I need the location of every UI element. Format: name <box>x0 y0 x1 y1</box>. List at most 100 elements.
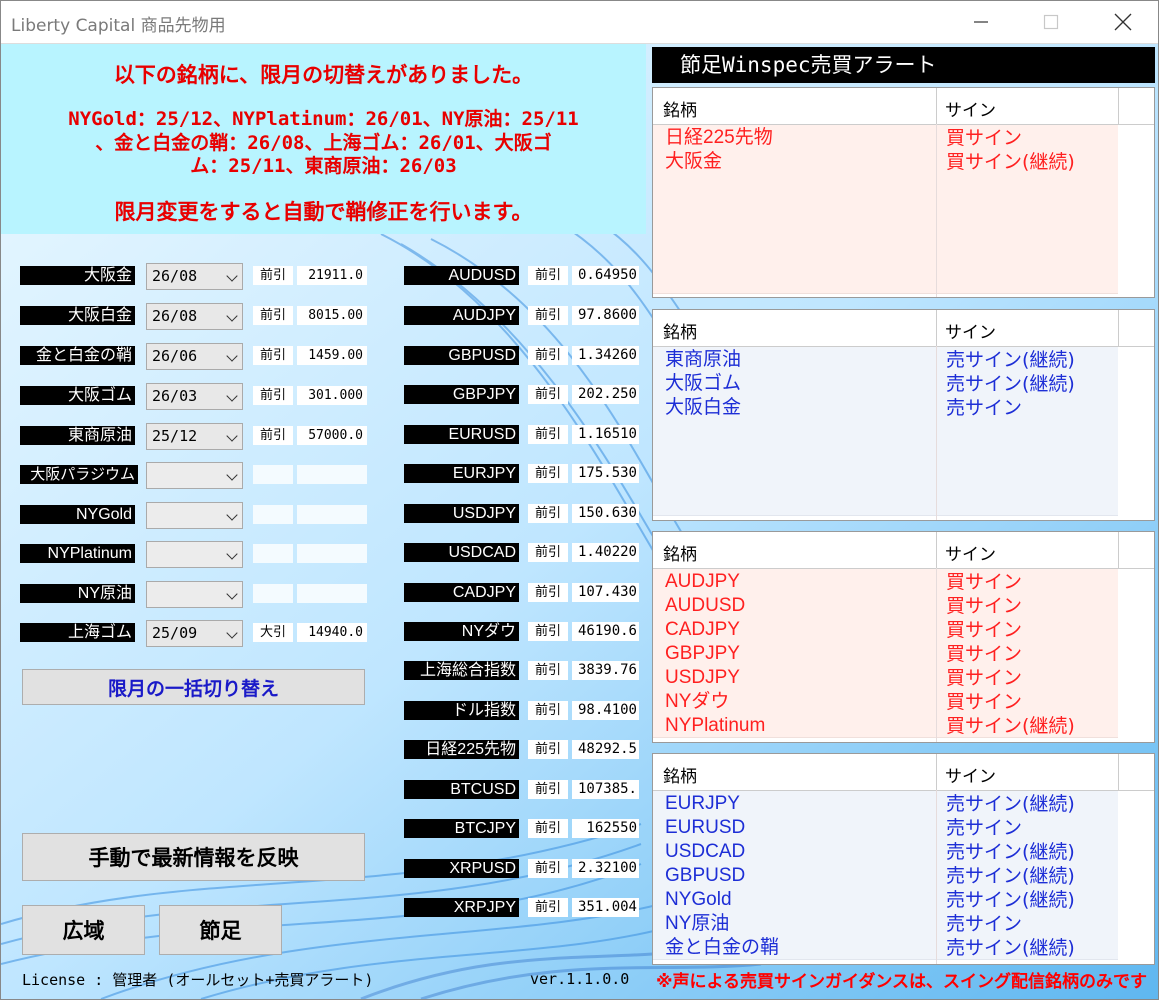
contract-month-select[interactable]: 26/08 <box>146 303 243 330</box>
price-value <box>297 544 367 563</box>
alert-row-name: GBPUSD <box>665 865 746 886</box>
banner-line-5: 限月変更をすると自動で鞘修正を行います。 <box>114 200 533 224</box>
alert-row[interactable]: GBPUSD 売サイン(継続) <box>653 864 1118 888</box>
price-value: 107385. <box>572 780 639 799</box>
alert-row[interactable]: EURUSD 売サイン <box>653 816 1118 840</box>
chevron-down-icon <box>226 548 238 560</box>
alert-row[interactable]: 大阪ゴム 売サイン(継続) <box>653 372 1118 396</box>
commodity-label: NYGold <box>20 505 135 524</box>
alert-row-sign: 売サイン(継続) <box>946 349 1075 371</box>
alert-row[interactable]: GBPJPY 買サイン <box>653 642 1118 666</box>
alert-row-name: NY原油 <box>665 913 730 934</box>
alert-panel-buy-markets[interactable]: 銘柄 サイン AUDJPY 買サイン AUDUSD 買サイン CADJPY 買サイン … <box>652 531 1155 743</box>
price-value: 1.40220 <box>572 543 639 562</box>
alert-row[interactable]: NYPlatinum 買サイン(継続) <box>653 714 1118 738</box>
alert-row-name: 金と白金の鞘 <box>665 937 780 958</box>
price-type-label: 前引 <box>528 780 568 799</box>
commodity-label: 上海ゴム <box>20 623 135 642</box>
price-type-label <box>253 544 293 563</box>
price-type-label: 前引 <box>528 385 568 404</box>
commodity-label: NY原油 <box>20 584 135 603</box>
price-type-label: 前引 <box>253 386 293 405</box>
contract-month-select[interactable]: 25/12 <box>146 423 243 450</box>
price-value: 107.430 <box>572 583 639 602</box>
price-value: 301.000 <box>297 386 367 405</box>
price-value: 202.250 <box>572 385 639 404</box>
alert-row[interactable]: USDJPY 買サイン <box>653 666 1118 690</box>
wide-label: 広域 <box>62 919 105 943</box>
contract-month-select[interactable] <box>146 502 243 529</box>
alert-row[interactable]: NY原油 売サイン <box>653 912 1118 936</box>
title-bar: Liberty Capital 商品先物用 <box>1 1 1158 44</box>
wide-button[interactable]: 広域 <box>22 905 145 955</box>
manual-refresh-button[interactable]: 手動で最新情報を反映 <box>22 833 365 881</box>
commodity-label: 大阪パラジウム <box>20 465 138 484</box>
chevron-down-icon <box>226 627 238 639</box>
alert-row[interactable]: 大阪白金 売サイン <box>653 396 1118 420</box>
bulk-switch-button[interactable]: 限月の一括切り替え <box>22 669 365 705</box>
alert-row-sign: 売サイン(継続) <box>946 793 1075 815</box>
price-type-label: 前引 <box>528 583 568 602</box>
alert-row-sign: 買サイン <box>946 595 1023 617</box>
alert-row-name: GBPJPY <box>665 643 740 664</box>
contract-month-select[interactable] <box>146 541 243 568</box>
alert-row[interactable]: 日経225先物 買サイン <box>653 126 1118 150</box>
contract-month-select[interactable]: 26/03 <box>146 383 243 410</box>
price-value: 175.530 <box>572 464 639 483</box>
alert-row[interactable]: CADJPY 買サイン <box>653 618 1118 642</box>
alert-row-name: CADJPY <box>665 619 740 640</box>
contract-month-select[interactable]: 26/06 <box>146 343 243 370</box>
alert-panel-buy-commodities[interactable]: 銘柄 サイン 日経225先物 買サイン 大阪金 買サイン(継続) <box>652 87 1155 298</box>
alert-header: 節足Winspec売買アラート <box>652 47 1155 83</box>
alert-row[interactable]: EURJPY 売サイン(継続) <box>653 792 1118 816</box>
alert-row-name: 大阪金 <box>665 151 723 172</box>
alert-row-sign: 売サイン(継続) <box>946 937 1075 959</box>
alert-row[interactable]: AUDUSD 買サイン <box>653 594 1118 618</box>
column-header-sign: サイン <box>945 101 996 121</box>
price-value: 351.004 <box>572 898 639 917</box>
price-type-label: 前引 <box>528 346 568 365</box>
contract-month-select[interactable] <box>146 462 243 489</box>
alert-panel-sell-commodities[interactable]: 銘柄 サイン 東商原油 売サイン(継続) 大阪ゴム 売サイン(継続) 大阪白金 売サイ… <box>652 309 1155 521</box>
column-header-sign: サイン <box>945 767 996 787</box>
alert-row[interactable]: NYGold 売サイン(継続) <box>653 888 1118 912</box>
column-header-sign: サイン <box>945 545 996 565</box>
alert-row-sign: 売サイン <box>946 817 1023 839</box>
market-label: NYダウ <box>404 622 519 641</box>
market-label: XRPJPY <box>404 898 519 917</box>
contract-month-value: 25/09 <box>152 624 198 642</box>
alert-row[interactable]: USDCAD 売サイン(継続) <box>653 840 1118 864</box>
alert-panel-sell-markets[interactable]: 銘柄 サイン EURJPY 売サイン(継続) EURUSD 売サイン USDCAD 売… <box>652 753 1155 965</box>
price-type-label: 前引 <box>528 266 568 285</box>
chevron-down-icon <box>226 469 238 481</box>
alert-row[interactable]: NYダウ 買サイン <box>653 690 1118 714</box>
alert-row-sign: 売サイン(継続) <box>946 373 1075 395</box>
chevron-down-icon <box>226 509 238 521</box>
alert-row[interactable]: AUDJPY 買サイン <box>653 570 1118 594</box>
banner-line-1: 以下の銘柄に、限月の切替えがありました。 <box>113 63 534 87</box>
contract-month-select[interactable]: 25/09 <box>146 620 243 647</box>
contract-month-select[interactable]: 26/08 <box>146 263 243 290</box>
banner-line-4: ム：25/11、東商原油：26/03 <box>190 155 457 177</box>
price-value: 46190.6 <box>572 622 639 641</box>
price-type-label: 前引 <box>528 464 568 483</box>
column-header-name: 銘柄 <box>663 101 697 121</box>
alert-row-name: AUDUSD <box>665 595 746 616</box>
alert-row-name: EURUSD <box>665 817 746 838</box>
minimize-icon <box>974 21 988 23</box>
daily-button[interactable]: 節足 <box>159 905 282 955</box>
price-type-label <box>253 465 293 484</box>
market-label: AUDJPY <box>404 306 519 325</box>
alert-row-name: 東商原油 <box>665 349 742 370</box>
alert-row[interactable]: 金と白金の鞘 売サイン(継続) <box>653 936 1118 960</box>
contract-switch-banner: 以下の銘柄に、限月の切替えがありました。 NYGold：25/12、NYPlat… <box>1 44 646 234</box>
minimize-button[interactable] <box>952 1 1010 43</box>
close-button[interactable] <box>1094 1 1152 43</box>
alert-row[interactable]: 東商原油 売サイン(継続) <box>653 348 1118 372</box>
close-icon <box>1114 13 1132 31</box>
app-window: Liberty Capital 商品先物用 以下の銘柄に、限月の切替えがありまし… <box>0 0 1159 1000</box>
alert-row[interactable]: 大阪金 買サイン(継続) <box>653 150 1118 174</box>
commodity-label: NYPlatinum <box>20 544 135 563</box>
maximize-button[interactable] <box>1022 1 1080 43</box>
contract-month-select[interactable] <box>146 581 243 608</box>
